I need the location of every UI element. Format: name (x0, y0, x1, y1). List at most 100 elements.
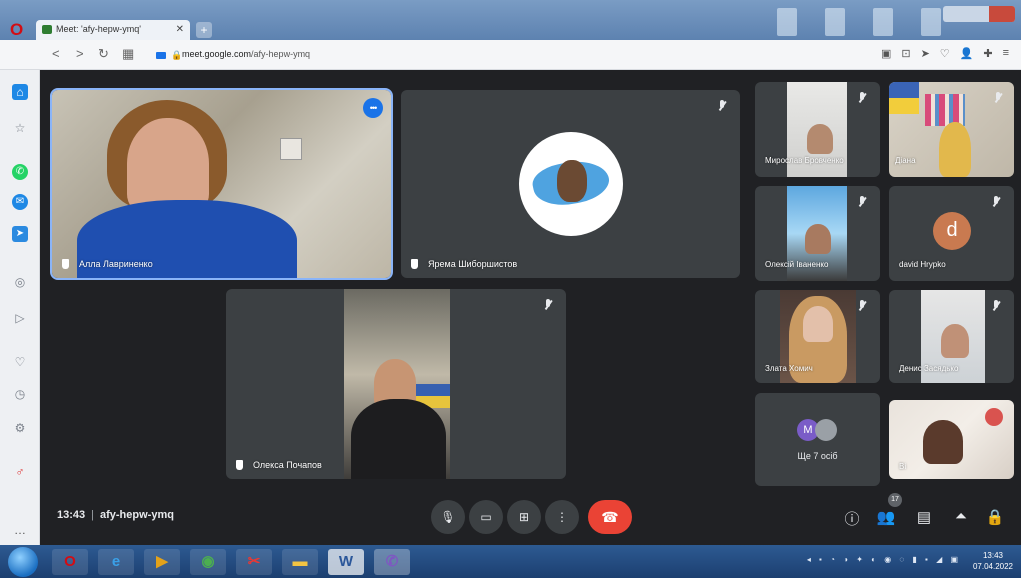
microphone-button[interactable]: 🎙 (431, 500, 465, 534)
present-screen-button[interactable]: ⊞ (507, 500, 541, 534)
new-tab-button[interactable]: + (196, 22, 212, 38)
chrome-icon[interactable]: ◉ (190, 549, 226, 575)
mic-off-icon (990, 300, 1002, 314)
heart-icon[interactable]: ♡ (940, 47, 950, 60)
tabs-grid-icon[interactable]: ▦ (122, 46, 134, 62)
participant-name: Олекса Почапов (236, 460, 322, 470)
send-icon[interactable]: ➤ (921, 47, 930, 60)
flow-icon[interactable]: ▷ (12, 310, 28, 326)
participant-tile-alla[interactable]: ••• Алла Лавриненко (50, 88, 393, 280)
wall-socket (280, 138, 302, 160)
window-thumb-icon (873, 8, 893, 36)
internet-explorer-icon[interactable]: e (98, 549, 134, 575)
pin-icon[interactable] (411, 259, 418, 269)
viber-icon[interactable]: ✆ (374, 549, 410, 575)
background-windows (777, 8, 941, 36)
history-icon[interactable]: ◷ (12, 386, 28, 402)
messenger-icon[interactable]: ✉ (12, 194, 28, 210)
tab-title: Meet: 'afy-hepw-ymq' (56, 24, 141, 34)
reload-icon[interactable]: ↻ (98, 46, 109, 62)
clock-time: 13:43 (982, 551, 1003, 560)
player-icon[interactable]: ◎ (12, 274, 28, 290)
lock-icon[interactable]: 🔒 (171, 50, 182, 61)
meeting-code: afy-hepw-ymq (100, 509, 174, 521)
person-shape (939, 122, 971, 177)
wall-posters (925, 94, 965, 126)
more-icon[interactable]: … (12, 522, 28, 538)
system-tray-icons[interactable]: ◂ ▪ ◔ ◑ ✦ ◐ ◉ ◌ ▮ ▪ ◢ ▣ (807, 555, 961, 564)
window-close-icon[interactable] (989, 6, 1015, 22)
participants-icon[interactable]: 👥 (876, 508, 896, 526)
window-controls[interactable] (943, 6, 1015, 22)
participant-tile-olexa[interactable]: Олекса Почапов (226, 289, 566, 479)
mic-off-icon (992, 92, 1004, 106)
url-field[interactable]: meet.google.com/afy-hepw-ymq (182, 49, 310, 59)
word-icon[interactable]: W (328, 549, 364, 575)
clock-date: 07.04.2022 (972, 562, 1013, 571)
meeting-time: 13:43 (57, 509, 86, 521)
pin-icon[interactable] (236, 460, 243, 470)
participant-tile-oleksii[interactable]: Олексій Іваненко (755, 186, 880, 281)
bookmark-star-icon[interactable]: ☆ (12, 120, 28, 136)
speed-dial-icon[interactable]: ⌂ (12, 84, 28, 100)
participant-name: Діана (895, 156, 916, 165)
host-controls-icon[interactable]: 🔒 (985, 508, 1005, 526)
flag-shape (889, 82, 919, 114)
forward-icon[interactable]: > (76, 46, 84, 61)
mic-off-icon (716, 100, 728, 114)
meeting-details-icon[interactable]: ⓘ (842, 508, 862, 529)
leave-call-button[interactable]: ☎ (588, 500, 632, 534)
participant-tile-myroslav[interactable]: Мирослав Бровченко (755, 82, 880, 177)
others-tile[interactable]: M Ще 7 осіб (755, 393, 880, 486)
participant-tile-yarema[interactable]: Ярема Шиборшистов (401, 90, 740, 278)
snapshot-icon[interactable]: ▣ (881, 47, 891, 60)
participants-count-badge: 17 (888, 493, 902, 507)
pinboard-icon[interactable]: ♂ (12, 464, 28, 480)
participant-name: Денис Засядько (899, 364, 959, 373)
media-player-icon[interactable]: ▶ (144, 549, 180, 575)
camera-button[interactable]: ▭ (469, 500, 503, 534)
participant-tile-david[interactable]: d david Hrypko (889, 186, 1014, 281)
taskbar-clock[interactable]: 13:43 07.04.2022 (973, 550, 1013, 572)
back-icon[interactable]: < (52, 46, 60, 61)
wall-decor (985, 408, 1003, 426)
opera-menu-icon[interactable]: O (10, 20, 23, 40)
participant-tile-denys[interactable]: Денис Засядько (889, 290, 1014, 383)
mic-off-icon (856, 196, 868, 210)
browser-tab-meet[interactable]: Meet: 'afy-hepw-ymq' ✕ (36, 20, 190, 40)
window-thumb-icon (777, 8, 797, 36)
participant-name: Мирослав Бровченко (765, 156, 844, 165)
whatsapp-icon[interactable]: ✆ (12, 164, 28, 180)
app-icon[interactable]: ✂ (236, 549, 272, 575)
settings-gear-icon[interactable]: ⚙ (12, 420, 28, 436)
face-shape (807, 124, 833, 154)
chat-icon[interactable]: ▤ (914, 508, 934, 526)
more-options-button[interactable]: ⋮ (545, 500, 579, 534)
activities-icon[interactable]: ⏶ (951, 508, 971, 525)
browser-tab-strip: O Meet: 'afy-hepw-ymq' ✕ + (0, 0, 1021, 40)
telegram-icon[interactable]: ➤ (12, 226, 28, 242)
cast-icon[interactable]: ⊡ (901, 47, 910, 60)
participant-name: david Hrypko (899, 260, 946, 269)
start-button[interactable] (8, 547, 38, 577)
meeting-info: 13:43 | afy-hepw-ymq (57, 509, 174, 521)
participant-tile-diana[interactable]: Діана (889, 82, 1014, 177)
person-shape (923, 420, 963, 464)
mic-off-icon (542, 299, 554, 313)
participant-tile-zlata[interactable]: Злата Хомич (755, 290, 880, 383)
heart-icon[interactable]: ♡ (12, 354, 28, 370)
easy-setup-icon[interactable]: ✚ (983, 47, 992, 60)
participant-tile-vi[interactable]: Ві (889, 400, 1014, 479)
camera-in-use-icon[interactable] (156, 52, 166, 59)
menu-icon[interactable]: ≡ (1003, 47, 1009, 60)
account-icon[interactable]: 👤 (960, 47, 974, 60)
face-shape (941, 324, 969, 358)
windows-taskbar: O e ▶ ◉ ✂ ▬ W ✆ ◂ ▪ ◔ ◑ ✦ ◐ ◉ ◌ ▮ ▪ ◢ ▣ … (0, 545, 1021, 578)
pin-icon[interactable] (62, 259, 69, 269)
tab-close-icon[interactable]: ✕ (176, 24, 184, 35)
participant-name: Алла Лавриненко (62, 259, 153, 269)
face-shape (803, 306, 833, 342)
folder-icon[interactable]: ▬ (282, 549, 318, 575)
letter-avatar: d (933, 212, 971, 250)
opera-taskbar-icon[interactable]: O (52, 549, 88, 575)
